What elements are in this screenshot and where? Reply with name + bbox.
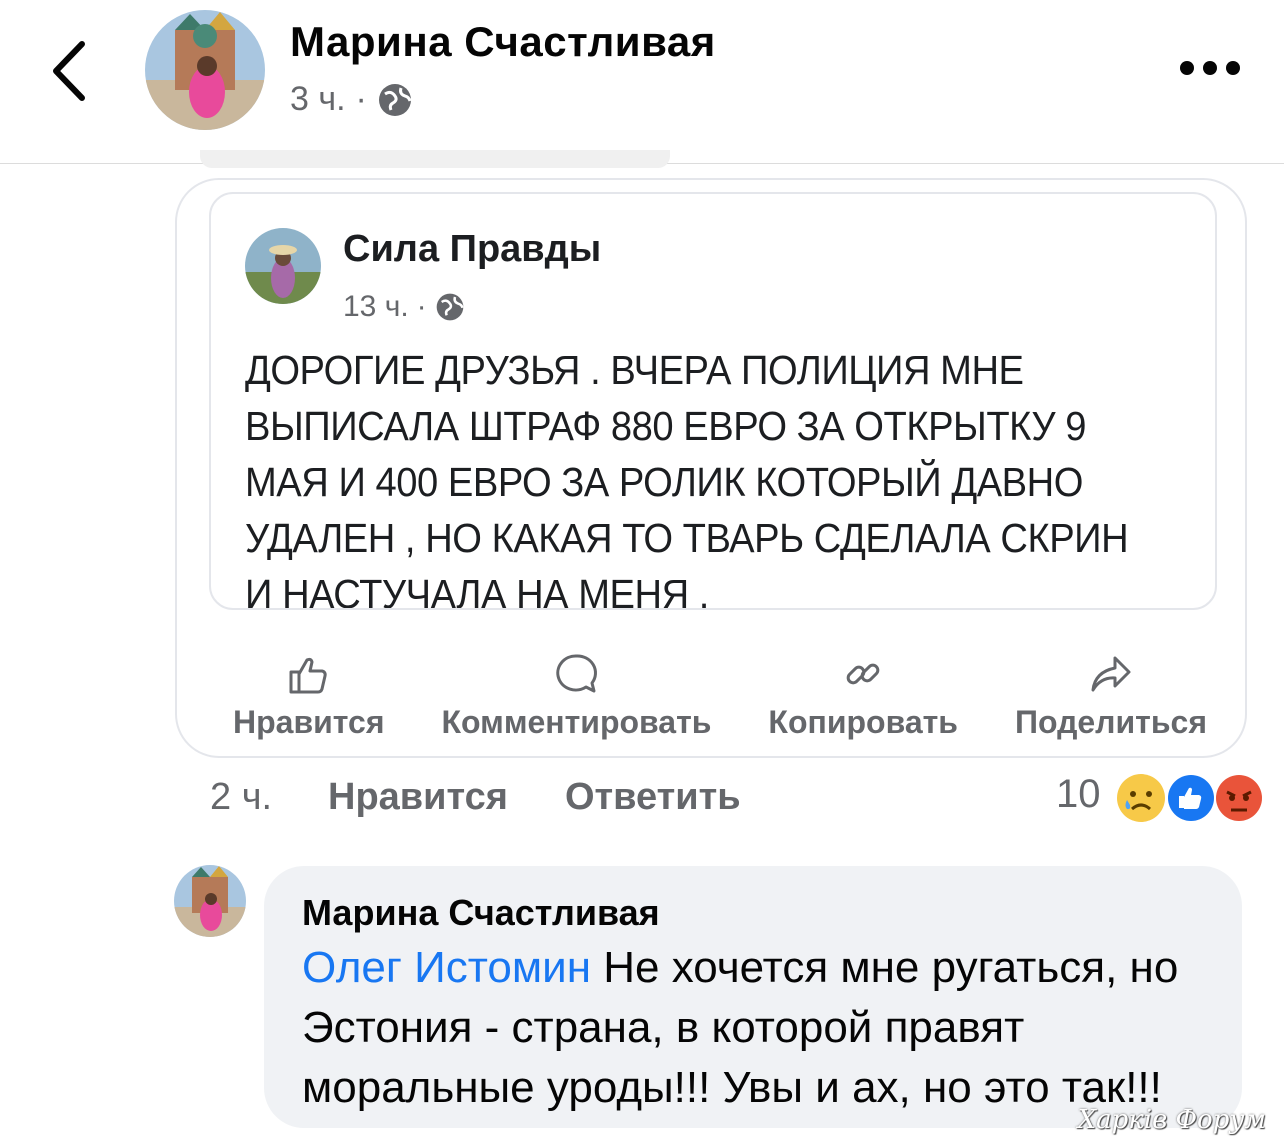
share-action[interactable]: Поделиться [1015,650,1207,750]
comment-time[interactable]: 2 ч. [210,776,272,819]
like-action[interactable]: Нравится [233,650,385,750]
reactions-summary[interactable] [1115,772,1265,823]
meta-separator: · [355,80,367,118]
dot [1226,61,1240,75]
shared-post-text: ДОРОГИЕ ДРУЗЬЯ . ВЧЕРА ПОЛИЦИЯ МНЕ ВЫПИС… [245,347,1129,610]
author-name[interactable]: Марина Счастливая [290,18,716,66]
comment-action[interactable]: Комментировать [441,650,711,750]
post-time[interactable]: 3 ч. [290,80,346,119]
copy-action[interactable]: Копировать [768,650,958,750]
link-icon [846,663,880,685]
like-reaction-icon [1166,773,1216,823]
comment-footer: 2 ч. Нравится Ответить 10 [210,772,1270,828]
globe-icon [436,293,464,321]
author-avatar[interactable] [145,10,265,130]
globe-icon [378,83,412,116]
comment-action-label: Комментировать [441,704,712,740]
comment-like-button[interactable]: Нравится [328,776,508,819]
thumbs-up-icon [289,657,327,694]
reply-author-avatar[interactable] [174,865,246,937]
comment-icon [556,654,598,693]
post-meta: 3 ч. · [290,80,413,119]
reaction-count[interactable]: 10 [1056,772,1101,817]
angry-reaction-icon [1214,773,1264,823]
back-button[interactable] [40,36,100,106]
more-horizontal-icon [1180,61,1194,75]
more-options-button[interactable] [1180,56,1244,80]
shared-post-meta: 13 ч. · [343,290,465,324]
meta-separator: · [416,290,427,323]
shared-post-time: 13 ч. [343,290,409,323]
mention-link[interactable]: Олег Истомин [302,943,591,992]
like-action-label: Нравится [233,704,385,740]
previous-content-edge [200,150,670,168]
comment-reply-button[interactable]: Ответить [565,776,741,819]
dot [1203,61,1217,75]
watermark: Харків Форум [1077,1105,1266,1135]
shared-post-screenshot: Сила Правды 13 ч. · ДОРОГИЕ ДРУЗЬЯ . ВЧЕ… [209,192,1217,610]
copy-action-label: Копировать [768,704,958,740]
reply-author-name[interactable]: Марина Счастливая [302,892,660,934]
post-header: Марина Счастливая 3 ч. · [0,0,1284,164]
reply-bubble: Марина Счастливая Олег Истомин Не хочетс… [264,866,1242,1128]
sad-reaction-icon [1117,774,1165,822]
chevron-left-icon[interactable] [40,36,100,106]
shared-author-name: Сила Правды [343,228,602,270]
reply-text: Олег Истомин Не хочется мне ругаться, но… [302,938,1222,1118]
shared-post-actions: Нравится Комментировать Копировать Подел… [177,650,1245,750]
share-icon [1091,656,1131,692]
shared-post-card[interactable]: Сила Правды 13 ч. · ДОРОГИЕ ДРУЗЬЯ . ВЧЕ… [175,178,1247,758]
share-action-label: Поделиться [1014,704,1207,740]
shared-author-avatar [245,228,321,304]
